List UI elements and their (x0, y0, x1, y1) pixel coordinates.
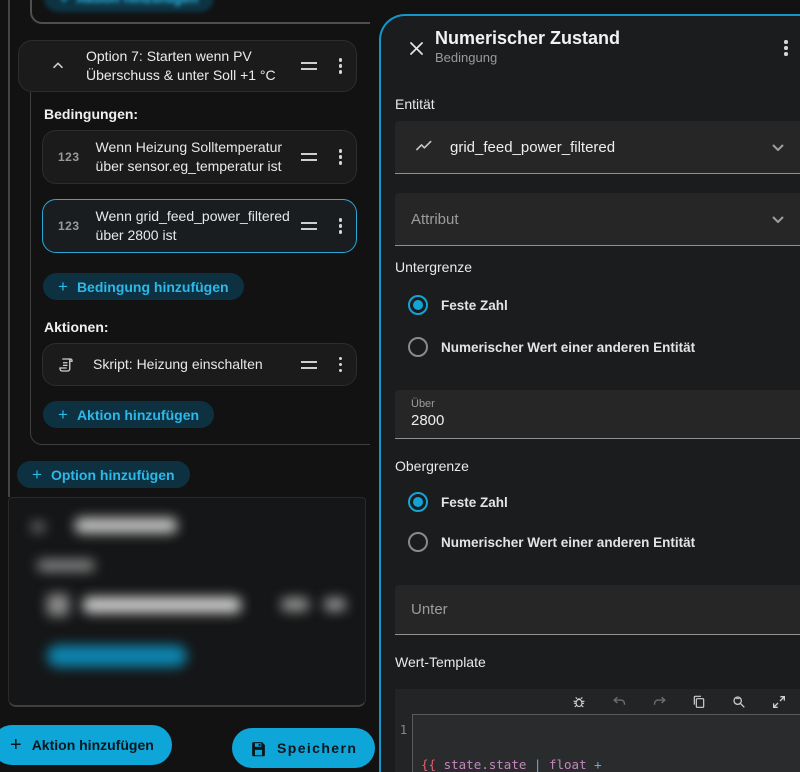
entity-label: Entität (395, 96, 435, 112)
save-button[interactable]: Speichern (232, 728, 375, 768)
value-template-label: Wert-Template (395, 654, 486, 670)
save-floppy-icon (250, 740, 267, 757)
add-condition-button[interactable]: + Bedingung hinzufügen (43, 273, 244, 300)
upper-entity-value-radio[interactable]: Numerischer Wert einer anderen Entität (408, 532, 695, 552)
redacted-chip (281, 598, 309, 611)
upper-limit-label: Obergrenze (395, 458, 469, 474)
lower-fixed-number-radio[interactable]: Feste Zahl (408, 295, 508, 315)
chevron-up-icon[interactable] (45, 53, 71, 79)
above-input-label: Über (411, 398, 800, 410)
add-action-button-cut[interactable]: + Aktion hinzufügen (44, 0, 214, 12)
dialog-subtitle: Bedingung (435, 50, 497, 65)
drag-handle-icon[interactable] (301, 361, 317, 369)
actions-heading: Aktionen: (44, 319, 109, 335)
kebab-menu-icon[interactable] (339, 357, 343, 373)
plus-icon: + (32, 466, 42, 483)
dialog-title: Numerischer Zustand (435, 28, 620, 49)
drag-handle-icon[interactable] (301, 222, 317, 230)
action-text: Skript: Heizung einschalten (93, 355, 263, 374)
redacted-icon (47, 594, 69, 616)
editor-body[interactable]: 1 {{ state.state | float + states("senso… (395, 714, 800, 772)
redacted-card (8, 497, 366, 707)
lower-limit-label: Untergrenze (395, 259, 472, 275)
script-icon (53, 352, 79, 378)
radio-unselected-icon[interactable] (408, 337, 428, 357)
kebab-menu-icon[interactable] (339, 149, 343, 165)
close-icon[interactable] (403, 35, 429, 61)
plus-icon: + (58, 278, 68, 295)
plus-icon: + (10, 734, 22, 757)
editor-line-number: 1 (395, 714, 412, 772)
conditions-heading: Bedingungen: (44, 106, 138, 122)
editor-code[interactable]: {{ state.state | float + states("sensor.… (412, 714, 800, 772)
above-input[interactable]: Über 2800 (395, 390, 800, 439)
radio-selected-icon[interactable] (408, 295, 428, 315)
dialog-kebab-menu-icon[interactable] (784, 40, 788, 56)
drag-handle-icon[interactable] (301, 153, 317, 161)
condition-text: Wenn Heizung Solltemperatur über sensor.… (96, 138, 283, 176)
automation-editor-screen: + Aktion hinzufügen Option 7: Starten we… (0, 0, 800, 772)
bottom-add-action-fab[interactable]: + Aktion hinzufügen (0, 725, 172, 765)
below-input[interactable]: Unter (395, 585, 800, 635)
redacted-chip (324, 598, 346, 611)
add-action-cut-label: Aktion hinzufügen (76, 0, 198, 6)
template-code-editor[interactable]: 1 {{ state.state | float + states("senso… (395, 689, 800, 772)
code-line-1: {{ state.state | float + (421, 756, 796, 772)
add-action-button[interactable]: + Aktion hinzufügen (43, 401, 214, 428)
copy-icon[interactable] (686, 689, 712, 715)
kebab-menu-icon[interactable] (339, 58, 343, 74)
bug-icon[interactable] (566, 689, 592, 715)
chart-line-icon (411, 134, 437, 160)
drag-handle-icon[interactable] (301, 62, 317, 70)
chevron-down-icon (772, 144, 784, 151)
undo-icon[interactable] (606, 689, 632, 715)
attribute-placeholder: Attribut (411, 211, 459, 228)
redo-icon[interactable] (646, 689, 672, 715)
expand-icon[interactable] (766, 689, 792, 715)
below-input-placeholder: Unter (411, 601, 448, 618)
automation-card-left-border (8, 0, 10, 497)
radio-unselected-icon[interactable] (408, 532, 428, 552)
redacted-text-bar (83, 597, 241, 613)
radio-selected-icon[interactable] (408, 492, 428, 512)
entity-select[interactable]: grid_feed_power_filtered (395, 121, 800, 174)
redacted-blue-button (47, 645, 187, 667)
attribute-select[interactable]: Attribut (395, 193, 800, 246)
numeric-state-icon: 123 (58, 219, 80, 233)
editor-toolbar (395, 689, 800, 714)
plus-icon: + (58, 406, 68, 423)
option-title: Option 7: Starten wenn PV Überschuss & u… (86, 47, 276, 85)
condition-row-grid-feed-power[interactable]: 123 Wenn grid_feed_power_filtered über 2… (42, 199, 357, 253)
redacted-subtext (37, 560, 95, 571)
action-row-script[interactable]: Skript: Heizung einschalten (42, 343, 357, 386)
chevron-down-icon (772, 216, 784, 223)
upper-fixed-number-radio[interactable]: Feste Zahl (408, 492, 508, 512)
redacted-title (75, 518, 177, 533)
lower-entity-value-radio[interactable]: Numerischer Wert einer anderen Entität (408, 337, 695, 357)
condition-row-solltemperatur[interactable]: 123 Wenn Heizung Solltemperatur über sen… (42, 130, 357, 184)
plus-icon: + (60, 0, 68, 6)
numeric-state-icon: 123 (58, 150, 80, 164)
above-input-value: 2800 (411, 412, 800, 429)
condition-text: Wenn grid_feed_power_filtered über 2800 … (96, 207, 290, 245)
kebab-menu-icon[interactable] (339, 218, 343, 234)
add-option-button[interactable]: + Option hinzufügen (17, 461, 190, 488)
find-replace-icon[interactable] (726, 689, 752, 715)
option-7-header-card[interactable]: Option 7: Starten wenn PV Überschuss & u… (18, 40, 357, 92)
redacted-chevron (31, 522, 45, 532)
numeric-state-dialog: Numerischer Zustand Bedingung Entität gr… (379, 14, 800, 772)
entity-value: grid_feed_power_filtered (450, 139, 615, 156)
